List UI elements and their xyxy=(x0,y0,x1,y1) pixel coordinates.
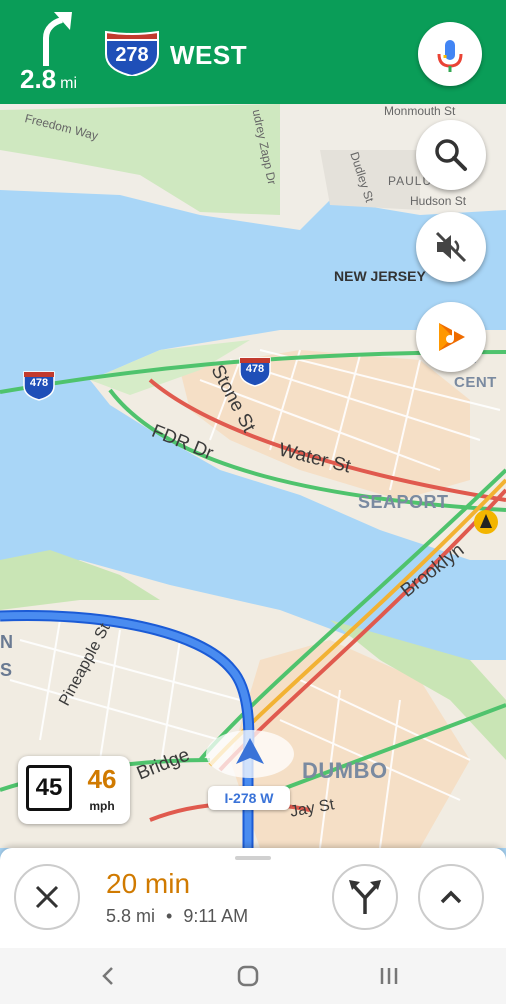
volume-off-icon xyxy=(435,231,467,263)
trip-distance: 5.8 mi xyxy=(106,906,156,926)
direction-label: WEST xyxy=(170,40,248,70)
voice-search-button[interactable] xyxy=(418,22,482,86)
home-icon[interactable] xyxy=(233,962,263,990)
alternate-routes-button[interactable] xyxy=(332,864,398,930)
back-icon[interactable] xyxy=(94,962,124,990)
distance-unit: mi xyxy=(60,75,78,92)
turn-slight-right-icon xyxy=(43,12,72,66)
mic-icon xyxy=(437,40,463,72)
search-button[interactable] xyxy=(416,120,486,190)
trip-summary-panel[interactable]: 20 min 5.8 mi • 9:11 AM xyxy=(0,848,506,948)
speed-limit-sign: 45 xyxy=(26,765,72,811)
navigation-header[interactable]: 2.8 mi 278 WEST xyxy=(0,0,506,104)
street-label: Monmouth St xyxy=(384,104,456,118)
construction-icon xyxy=(474,510,498,534)
mute-button[interactable] xyxy=(416,212,486,282)
music-button[interactable] xyxy=(416,302,486,372)
neighborhood-label: CENT xyxy=(454,374,497,391)
search-icon xyxy=(435,139,467,171)
distance-value: 2.8 xyxy=(20,64,57,94)
separator: • xyxy=(166,906,173,926)
chevron-up-icon xyxy=(440,890,462,904)
eta-duration: 20 min xyxy=(106,868,191,899)
exit-navigation-button[interactable] xyxy=(14,864,80,930)
expand-panel-button[interactable] xyxy=(418,864,484,930)
speed-unit: mph xyxy=(89,799,115,813)
edge-label: N xyxy=(0,632,14,652)
shield-label: 478 xyxy=(245,363,265,375)
arrival-time: 9:11 AM xyxy=(183,906,249,926)
speed-indicator: 45 46 mph xyxy=(18,756,130,824)
recents-icon[interactable] xyxy=(374,962,404,990)
close-icon xyxy=(35,885,59,909)
edge-label: S xyxy=(0,660,13,680)
neighborhood-label: SEAPORT xyxy=(358,492,449,512)
street-label: Hudson St xyxy=(410,194,467,208)
state-label: NEW JERSEY xyxy=(334,268,426,284)
current-speed: 46 xyxy=(87,764,117,794)
system-navigation-bar xyxy=(0,948,506,1004)
drag-handle[interactable] xyxy=(235,856,271,860)
eta-details: 5.8 mi • 9:11 AM xyxy=(106,906,248,927)
maneuver-distance: 2.8 mi xyxy=(20,64,77,95)
neighborhood-label: DUMBO xyxy=(302,758,388,783)
play-music-icon xyxy=(439,323,465,351)
current-road-label: I-278 W xyxy=(208,786,290,810)
highway-number: 278 xyxy=(115,44,149,66)
shield-label: 478 xyxy=(29,377,49,389)
alternate-routes-icon xyxy=(349,880,381,914)
